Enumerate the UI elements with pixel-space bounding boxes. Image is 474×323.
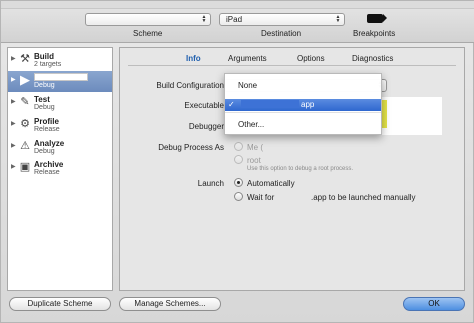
menu-item-app[interactable]: ✓ app — [225, 99, 381, 111]
tab-arguments[interactable]: Arguments — [228, 54, 267, 63]
highlight-bar — [382, 100, 387, 128]
run-icon: ▶ — [20, 72, 30, 87]
disclosure-triangle-icon[interactable]: ▶ — [11, 55, 16, 62]
root-option-label: root — [247, 156, 261, 165]
menu-item-none[interactable]: None — [225, 80, 381, 92]
menu-item-label: Other... — [238, 120, 265, 129]
breakpoints-label: Breakpoints — [353, 29, 396, 38]
sidebar-item-run[interactable]: ▶ ▶ Debug — [8, 71, 112, 92]
profile-icon: ⚙ — [20, 118, 30, 130]
sidebar-item-subtitle: Debug — [34, 104, 55, 111]
tab-options[interactable]: Options — [297, 54, 325, 63]
build-configuration-label: Build Configuration — [156, 81, 224, 90]
debugger-label: Debugger — [188, 122, 224, 131]
redacted-title — [34, 73, 88, 81]
title-strip — [1, 1, 474, 9]
executable-field-backdrop — [382, 97, 442, 135]
automatically-option-label: Automatically — [247, 179, 295, 188]
tab-diagnostics[interactable]: Diagnostics — [352, 54, 393, 63]
manage-schemes-button[interactable]: Manage Schemes... — [119, 297, 221, 311]
sidebar-item-title: Analyze — [34, 139, 65, 148]
menu-separator — [225, 112, 381, 113]
automatically-radio[interactable] — [234, 178, 243, 187]
destination-label: Destination — [261, 29, 302, 38]
scheme-editor-window: ▲ ▼ iPad ▲ ▼ Scheme Destination Breakpoint… — [0, 0, 474, 323]
sidebar-item-title: Archive — [34, 160, 64, 169]
menu-item-other[interactable]: Other... — [225, 119, 381, 131]
scheme-actions-sidebar: ▶ ⚒ Build 2 targets ▶ ▶ Debug ▶ ✎ Test D… — [7, 47, 113, 291]
duplicate-scheme-button[interactable]: Duplicate Scheme — [9, 297, 111, 311]
analyze-icon: ⚠ — [20, 140, 30, 152]
launch-label: Launch — [197, 179, 224, 188]
tab-bar: Info Arguments Options Diagnostics — [120, 52, 464, 66]
executable-dropdown-menu: None ✓ app Other... — [224, 73, 382, 135]
disclosure-triangle-icon[interactable]: ▶ — [11, 76, 16, 83]
disclosure-triangle-icon[interactable]: ▶ — [11, 120, 16, 127]
destination-popup[interactable]: iPad ▲ ▼ — [219, 13, 345, 26]
menu-item-label: None — [238, 81, 258, 90]
redacted-app-name — [241, 100, 299, 108]
sidebar-item-title: Test — [34, 95, 50, 104]
tab-divider — [128, 65, 456, 66]
wait-for-option-suffix: .app to be launched manually — [311, 193, 416, 202]
toolbar: ▲ ▼ iPad ▲ ▼ Scheme Destination Breakpoint… — [1, 1, 474, 43]
sidebar-item-subtitle: 2 targets — [34, 61, 62, 68]
root-hint: Use this option to debug a root process. — [247, 166, 354, 172]
scheme-popup[interactable]: ▲ ▼ — [85, 13, 211, 26]
debug-process-as-label: Debug Process As — [158, 143, 224, 152]
root-radio[interactable] — [234, 155, 243, 164]
sidebar-item-subtitle: Release — [34, 126, 60, 133]
wait-for-option-label: Wait for — [247, 193, 275, 202]
disclosure-triangle-icon[interactable]: ▶ — [11, 163, 16, 170]
sidebar-item-profile[interactable]: ▶ ⚙ Profile Release — [8, 115, 112, 136]
breakpoints-icon[interactable] — [367, 14, 387, 23]
archive-icon: ▣ — [19, 161, 31, 173]
sidebar-item-title: Build — [34, 52, 54, 61]
tab-info[interactable]: Info — [186, 54, 201, 63]
sidebar-item-subtitle: Debug — [34, 148, 55, 155]
popup-arrows-icon: ▲▼ — [201, 14, 207, 24]
scheme-label: Scheme — [133, 29, 163, 38]
sidebar-item-build[interactable]: ▶ ⚒ Build 2 targets — [8, 50, 112, 71]
disclosure-triangle-icon[interactable]: ▶ — [11, 98, 16, 105]
wrench-icon: ✎ — [20, 96, 30, 108]
disclosure-triangle-icon[interactable]: ▶ — [11, 142, 16, 149]
checkmark-icon: ✓ — [228, 100, 235, 109]
sidebar-item-title: Profile — [34, 117, 59, 126]
me-option-label: Me ( — [247, 143, 263, 152]
sidebar-item-analyze[interactable]: ▶ ⚠ Analyze Debug — [8, 137, 112, 158]
sidebar-item-test[interactable]: ▶ ✎ Test Debug — [8, 93, 112, 114]
popup-arrows-icon: ▲▼ — [335, 14, 341, 24]
executable-label: Executable — [184, 101, 224, 110]
sidebar-item-subtitle: Debug — [34, 82, 55, 89]
menu-item-label: app — [301, 100, 315, 109]
ok-button[interactable]: OK — [403, 297, 465, 311]
hammer-icon: ⚒ — [20, 53, 30, 65]
destination-value: iPad — [226, 15, 243, 24]
me-radio[interactable] — [234, 142, 243, 151]
wait-for-radio[interactable] — [234, 192, 243, 201]
sidebar-item-archive[interactable]: ▶ ▣ Archive Release — [8, 158, 112, 179]
sidebar-item-subtitle: Release — [34, 169, 60, 176]
